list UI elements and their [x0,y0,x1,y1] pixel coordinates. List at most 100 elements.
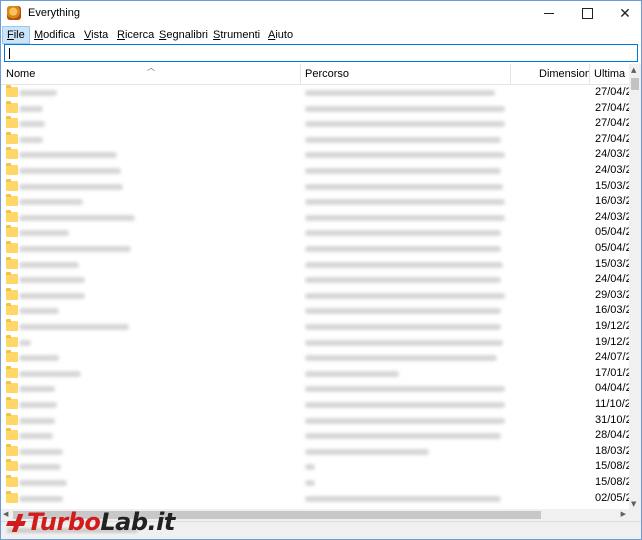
column-header-path[interactable]: Percorso [305,64,505,84]
vertical-scroll-thumb[interactable] [631,78,639,90]
column-header-modified[interactable]: Ultima mo [594,64,629,84]
table-row[interactable]: 28/04/2 [1,428,629,444]
modified-date: 27/04/2 [595,86,629,98]
menu-modifica[interactable]: Modifica [30,27,79,43]
folder-icon [6,443,18,456]
blurred-file-path [305,480,315,486]
table-row[interactable]: 05/04/2 [1,225,629,241]
folder-icon [6,241,18,253]
menu-label-rest: icerca [124,29,155,41]
table-row[interactable]: 24/04/2 [1,272,629,288]
menu-label-rest: trumenti [220,29,261,41]
table-row[interactable]: 18/03/2 [1,443,629,460]
table-row[interactable]: 15/08/2 [1,475,629,491]
menu-ricerca[interactable]: Ricerca [113,27,158,43]
blurred-file-name [19,199,83,206]
table-row[interactable]: 17/01/2 [1,365,629,382]
blurred-file-path [305,495,501,502]
minimize-button[interactable] [529,1,569,26]
folder-icon [6,85,18,97]
table-row[interactable]: 27/04/2 [1,131,629,148]
blurred-file-path [305,168,501,174]
blurred-file-name [19,324,129,330]
results-list[interactable]: 27/04/2 27/04/2 27/04/2 27/04/2 24/03/2 24/03… [1,85,629,509]
scroll-up-icon[interactable]: ▲ [631,66,636,74]
table-row[interactable]: 29/03/2 [1,287,629,304]
blurred-file-path [305,402,505,408]
close-icon: ✕ [619,5,631,22]
table-row[interactable]: 31/10/2 [1,412,629,429]
table-row[interactable]: 24/03/2 [1,147,629,163]
modified-date: 24/04/2 [595,273,629,286]
menu-file[interactable]: File [2,26,30,44]
table-row[interactable]: 11/10/2 [1,397,629,413]
folder-icon [6,287,18,300]
table-row[interactable]: 16/03/2 [1,303,629,319]
column-header-name[interactable]: Nome [6,64,296,84]
folder-icon [6,319,18,331]
table-row[interactable]: 24/03/2 [1,163,629,179]
modified-date: 16/03/2 [595,304,629,317]
table-row[interactable]: 15/03/2 [1,256,629,273]
menu-aiuto[interactable]: Aiuto [264,27,297,43]
table-row[interactable]: 24/07/2 [1,350,629,366]
blurred-file-path [305,90,495,96]
column-header-size[interactable]: Dimensione [539,64,589,84]
folder-icon [6,412,18,425]
blurred-file-name [19,214,135,221]
blurred-file-path [305,308,501,315]
blurred-file-name [19,261,79,268]
table-row[interactable]: 02/05/2 [1,490,629,507]
column-divider[interactable] [300,64,301,84]
blurred-file-path [305,355,497,362]
folder-icon [6,131,18,144]
blurred-file-name [19,105,43,112]
modified-date: 11/10/2 [595,398,629,410]
watermark-turbo: Turbo [27,508,101,536]
title-bar[interactable]: Everything ✕ [1,1,641,26]
scrollbar-corner [629,509,641,521]
column-divider[interactable] [589,64,590,84]
table-row[interactable]: 27/04/2 [1,116,629,132]
menu-segnalibri[interactable]: Segnalibri [155,27,212,43]
modified-date: 15/08/2 [595,476,629,488]
blurred-file-path [305,152,505,159]
folder-icon [6,334,18,347]
folder-icon [6,490,18,503]
table-row[interactable]: 19/12/2 [1,319,629,335]
table-row[interactable]: 05/04/2 [1,241,629,257]
close-button[interactable]: ✕ [605,1,641,26]
table-row[interactable]: 04/04/2 [1,381,629,397]
modified-date: 31/10/2 [595,413,629,426]
blurred-file-path [305,105,505,112]
table-row[interactable]: 27/04/2 [1,100,629,117]
blurred-file-name [19,121,45,128]
table-row[interactable]: 15/08/2 [1,459,629,475]
table-row[interactable]: 16/03/2 [1,194,629,210]
scroll-down-icon[interactable]: ▼ [631,500,636,508]
menu-label-rest: egnalibri [166,29,208,41]
menu-vista[interactable]: Vista [80,27,112,43]
folder-icon [6,116,18,129]
table-row[interactable]: 19/12/2 [1,334,629,351]
maximize-icon [581,8,593,19]
table-row[interactable]: 24/03/2 [1,209,629,226]
column-divider[interactable] [510,64,511,84]
blurred-file-path [305,339,503,346]
folder-icon [6,381,18,394]
blurred-file-path [305,292,505,299]
table-row[interactable]: 27/04/2 [1,85,629,101]
blurred-file-name [19,339,31,346]
folder-icon [6,209,18,222]
folder-icon [6,397,18,409]
menu-strumenti[interactable]: Strumenti [209,27,264,43]
maximize-button[interactable] [567,1,607,26]
modified-date: 18/03/2 [595,444,629,457]
scroll-right-icon[interactable]: ▶ [621,510,626,518]
watermark-lab: Lab.it [100,508,175,536]
vertical-scrollbar[interactable]: ▲ ▼ [629,64,641,509]
blurred-file-name [19,464,61,471]
search-input[interactable] [4,44,638,62]
blurred-file-name [19,136,43,143]
table-row[interactable]: 15/03/2 [1,178,629,195]
